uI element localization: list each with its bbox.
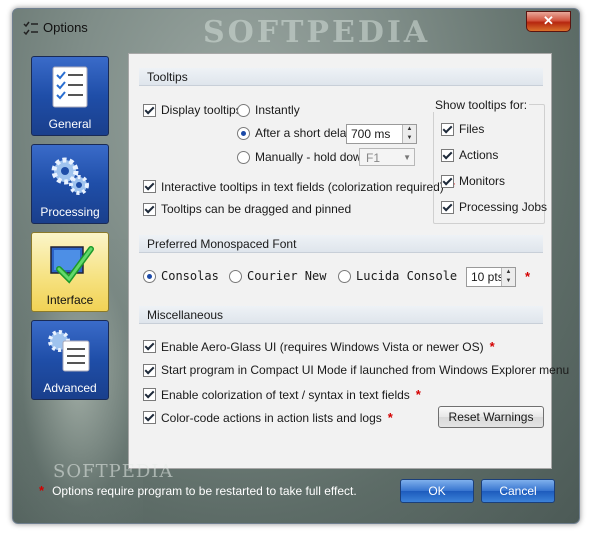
- nav-label: General: [48, 117, 92, 131]
- restart-required-star: *: [489, 339, 495, 354]
- show-processing-jobs-label: Processing Jobs: [459, 200, 548, 214]
- show-actions-checkbox[interactable]: Actions: [441, 148, 498, 162]
- checkbox-box[interactable]: [441, 174, 454, 188]
- checkbox-box[interactable]: [441, 200, 454, 214]
- color-code-label: Color-code actions in action lists and l…: [161, 410, 382, 425]
- chevron-down-icon[interactable]: ▼: [403, 134, 416, 143]
- aero-glass-checkbox[interactable]: Enable Aero-Glass UI (requires Windows V…: [143, 339, 495, 354]
- draggable-tooltips-checkbox[interactable]: Tooltips can be dragged and pinned: [143, 202, 351, 216]
- chevron-down-icon[interactable]: ▼: [502, 277, 515, 286]
- monitor-check-icon: [50, 246, 94, 284]
- chevron-down-icon: ▼: [403, 153, 411, 162]
- chevron-up-icon[interactable]: ▲: [502, 268, 515, 277]
- footnote-text: Options require program to be restarted …: [52, 483, 357, 498]
- manually-radio[interactable]: Manually - hold down:: [237, 150, 372, 164]
- font-size-value: 10 pts: [471, 270, 504, 284]
- nav-label: Interface: [46, 293, 94, 307]
- checkbox-box[interactable]: [441, 148, 454, 162]
- draggable-tooltips-label: Tooltips can be dragged and pinned: [161, 202, 352, 216]
- restart-required-star: *: [525, 269, 531, 284]
- gears-icon: [51, 157, 89, 195]
- font-consolas-radio[interactable]: Consolas: [143, 269, 219, 283]
- show-files-label: Files: [459, 122, 485, 136]
- options-icon: [23, 21, 38, 36]
- nav-item-interface[interactable]: Interface: [31, 232, 109, 312]
- restart-footnote: * Options require program to be restarte…: [39, 483, 357, 498]
- short-delay-label: After a short delay:: [255, 126, 356, 140]
- nav-item-advanced[interactable]: Advanced: [31, 320, 109, 400]
- font-lucida-radio[interactable]: Lucida Console: [338, 269, 457, 283]
- nav-label: Processing: [40, 205, 100, 219]
- interactive-tooltips-checkbox[interactable]: Interactive tooltips in text fields (col…: [143, 179, 455, 194]
- font-size-stepper[interactable]: 10 pts ▲ ▼: [466, 267, 516, 287]
- cancel-button[interactable]: Cancel: [481, 479, 555, 503]
- restart-required-star: *: [387, 410, 393, 425]
- compact-mode-label: Start program in Compact UI Mode if laun…: [161, 363, 570, 377]
- close-button[interactable]: ✕: [526, 11, 571, 32]
- nav-label: Advanced: [43, 381, 97, 395]
- font-courier-radio[interactable]: Courier New: [229, 269, 326, 283]
- title-bar: Options ✕: [13, 9, 579, 43]
- settings-panel: Tooltips Display tooltips: Instantly Aft…: [128, 53, 569, 469]
- delay-value: 700 ms: [351, 127, 391, 141]
- radio-circle[interactable]: [229, 269, 242, 283]
- stepper-buttons[interactable]: ▲ ▼: [501, 268, 515, 286]
- colorization-checkbox[interactable]: Enable colorization of text / syntax in …: [143, 387, 421, 402]
- nav-item-processing[interactable]: Processing: [31, 144, 109, 224]
- font-lucida-label: Lucida Console: [356, 269, 458, 283]
- checkbox-box[interactable]: [143, 202, 156, 216]
- color-code-checkbox[interactable]: Color-code actions in action lists and l…: [143, 410, 393, 425]
- ok-button[interactable]: OK: [400, 479, 474, 503]
- radio-circle[interactable]: [237, 126, 250, 140]
- radio-circle[interactable]: [143, 269, 156, 283]
- restart-required-star: *: [415, 387, 421, 402]
- watermark-text: SOFTPEDIA: [53, 461, 174, 482]
- aero-glass-label: Enable Aero-Glass UI (requires Windows V…: [161, 339, 484, 354]
- checklist-gear-icon: [48, 330, 90, 372]
- delay-stepper[interactable]: 700 ms ▲ ▼: [346, 124, 417, 144]
- checkbox-box[interactable]: [441, 122, 454, 136]
- compact-mode-checkbox[interactable]: Start program in Compact UI Mode if laun…: [143, 363, 569, 377]
- nav-item-general[interactable]: General: [31, 56, 109, 136]
- show-monitors-checkbox[interactable]: Monitors: [441, 174, 505, 188]
- show-tooltips-for-label: Show tooltips for:: [433, 98, 530, 112]
- font-consolas-label: Consolas: [161, 269, 219, 283]
- checkbox-box[interactable]: [143, 180, 156, 193]
- show-files-checkbox[interactable]: Files: [441, 122, 484, 136]
- radio-circle[interactable]: [237, 150, 250, 164]
- checkbox-box[interactable]: [143, 340, 156, 353]
- reset-warnings-button[interactable]: Reset Warnings: [438, 406, 544, 428]
- instantly-radio[interactable]: Instantly: [237, 103, 300, 117]
- font-section-header: Preferred Monospaced Font: [139, 235, 543, 253]
- manual-key-select[interactable]: F1 ▼: [359, 148, 415, 166]
- colorization-label: Enable colorization of text / syntax in …: [161, 387, 410, 402]
- show-processing-jobs-checkbox[interactable]: Processing Jobs: [441, 200, 547, 214]
- window-title: Options: [43, 20, 88, 35]
- short-delay-radio[interactable]: After a short delay:: [237, 126, 356, 140]
- font-courier-label: Courier New: [247, 269, 327, 283]
- options-window: SOFTPEDIA Options ✕ General Processing I…: [12, 8, 580, 524]
- checkbox-box[interactable]: [143, 388, 156, 401]
- misc-section-header: Miscellaneous: [139, 306, 543, 324]
- checklist-icon: [52, 66, 88, 108]
- restart-required-star: *: [39, 483, 45, 498]
- stepper-buttons[interactable]: ▲ ▼: [402, 125, 416, 143]
- radio-circle[interactable]: [237, 103, 250, 117]
- manually-label: Manually - hold down:: [255, 150, 372, 164]
- checkbox-box[interactable]: [143, 363, 156, 377]
- checkbox-box[interactable]: [143, 411, 156, 424]
- interactive-tooltips-label: Interactive tooltips in text fields (col…: [161, 179, 444, 194]
- show-monitors-label: Monitors: [459, 174, 506, 188]
- instantly-label: Instantly: [255, 103, 300, 117]
- show-actions-label: Actions: [459, 148, 499, 162]
- manual-key-value: F1: [366, 151, 381, 165]
- chevron-up-icon[interactable]: ▲: [403, 125, 416, 134]
- display-tooltips-label: Display tooltips:: [161, 103, 246, 117]
- checkbox-box[interactable]: [143, 103, 156, 117]
- radio-circle[interactable]: [338, 269, 351, 283]
- display-tooltips-checkbox[interactable]: Display tooltips:: [143, 103, 245, 117]
- tooltips-section-header: Tooltips: [139, 68, 543, 86]
